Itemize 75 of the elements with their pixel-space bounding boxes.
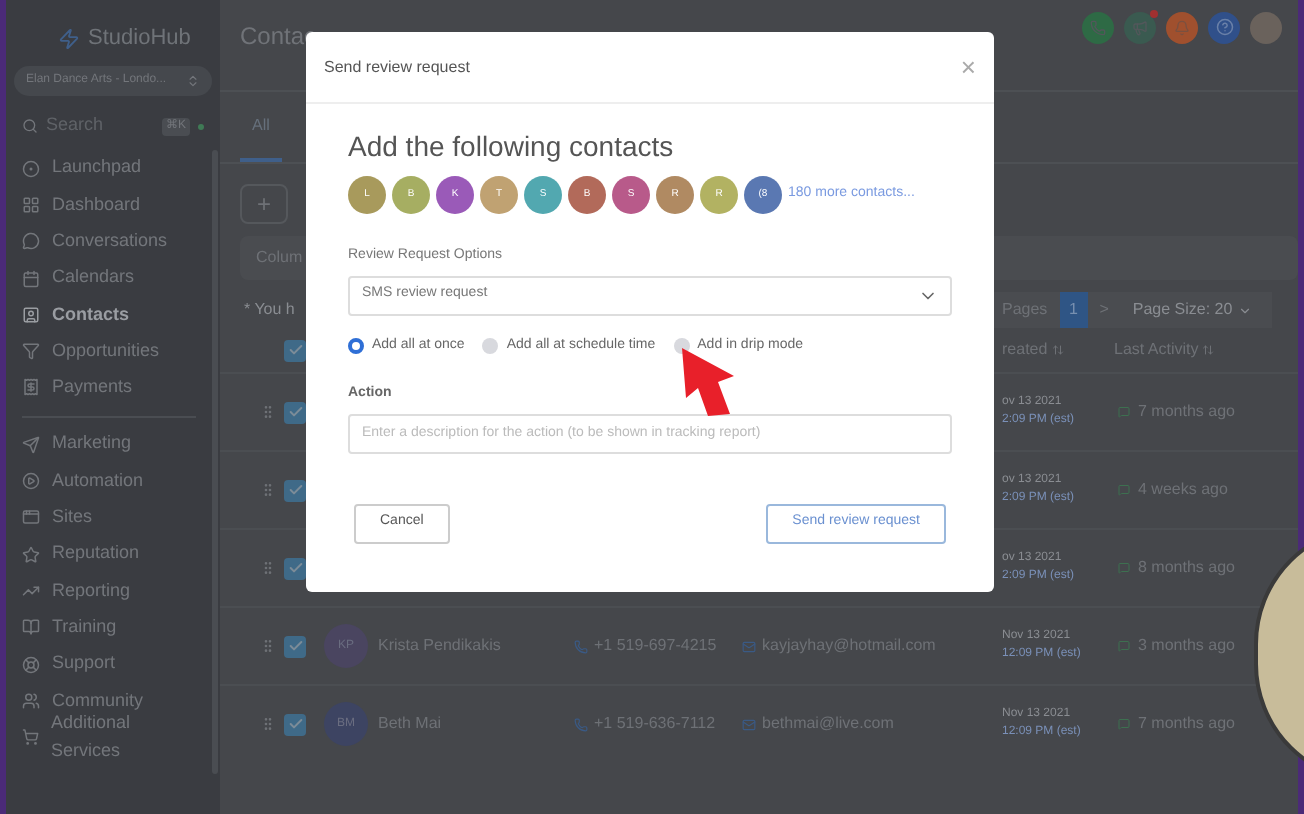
dialog-title: Send review request: [324, 55, 470, 79]
megaphone-icon: [1132, 19, 1148, 35]
nav-item[interactable]: Sites: [22, 499, 196, 536]
cart-icon: [22, 728, 40, 747]
nav-item[interactable]: Additional Services: [22, 718, 196, 756]
megaphone-button[interactable]: [1124, 11, 1156, 43]
phone-icon: [574, 639, 588, 653]
drag-handle-icon[interactable]: [260, 716, 276, 732]
bell-icon: [1174, 19, 1190, 35]
help-button[interactable]: [1208, 11, 1240, 43]
phone-button[interactable]: [1082, 11, 1114, 43]
checkbox[interactable]: [284, 479, 306, 501]
nav-item[interactable]: Contacts: [22, 296, 196, 333]
circle-dot-icon: [22, 159, 40, 178]
checkbox[interactable]: [284, 713, 306, 735]
close-button[interactable]: ×: [960, 54, 976, 80]
message-icon: [1118, 562, 1130, 574]
sort-icon: [1202, 344, 1215, 356]
message-icon: [1118, 484, 1130, 496]
phone-icon: [1090, 19, 1106, 35]
checkbox[interactable]: [284, 635, 306, 657]
mail-icon: [742, 717, 756, 731]
search-icon: [22, 118, 38, 134]
star-icon: [22, 545, 40, 564]
avatar[interactable]: [1250, 11, 1282, 43]
trend-line-icon: [22, 581, 40, 600]
message-icon: [1118, 640, 1130, 652]
nav-item[interactable]: Reporting: [22, 572, 196, 610]
nav-item[interactable]: Calendars: [22, 259, 196, 297]
mail-icon: [742, 639, 756, 653]
calendar-icon: [22, 269, 40, 288]
add-button[interactable]: +: [240, 184, 288, 224]
page-size-select[interactable]: Page Size: 20: [1132, 298, 1253, 322]
drag-handle-icon[interactable]: [260, 404, 276, 420]
chat-bubble-icon: [22, 232, 40, 251]
nav-item[interactable]: Support: [22, 645, 196, 683]
page-button[interactable]: 1: [1059, 292, 1088, 328]
id-card-icon: [22, 305, 40, 324]
checkbox[interactable]: [284, 401, 306, 423]
dialog-heading: Add the following contacts: [348, 128, 676, 166]
next-page-button[interactable]: >: [1099, 298, 1109, 322]
nav-item[interactable]: Community: [22, 682, 196, 719]
grid-icon: [22, 195, 40, 214]
window-icon: [22, 508, 40, 527]
play-icon: [22, 472, 40, 491]
nav-item[interactable]: Opportunities: [22, 332, 196, 370]
nav-item[interactable]: Conversations: [22, 223, 196, 260]
drag-handle-icon[interactable]: [260, 638, 276, 654]
nav-item[interactable]: Automation: [22, 462, 196, 500]
caret-icon: [1238, 303, 1253, 317]
send-icon: [22, 435, 40, 454]
lifebuoy-icon: [22, 655, 40, 673]
nav-item[interactable]: Dashboard: [22, 186, 196, 224]
receipt-icon: [22, 378, 40, 397]
bolt-icon: [58, 28, 80, 50]
phone-icon: [574, 717, 588, 731]
drag-handle-icon[interactable]: [260, 560, 276, 576]
checkbox[interactable]: [284, 339, 306, 361]
nav-item[interactable]: Reputation: [22, 535, 196, 573]
nav-item[interactable]: Payments: [22, 369, 196, 407]
bell-button[interactable]: [1166, 11, 1198, 43]
help-icon: [1215, 18, 1233, 36]
nav-item[interactable]: Training: [22, 609, 196, 646]
message-icon: [1118, 718, 1130, 730]
chevrons-icon: [186, 74, 200, 88]
users-icon: [22, 691, 40, 710]
drag-handle-icon[interactable]: [260, 482, 276, 498]
notice-text: * You h: [244, 298, 297, 322]
book-icon: [22, 618, 40, 637]
sort-icon: [1051, 344, 1064, 356]
nav-item[interactable]: Marketing: [22, 426, 196, 463]
nav-item[interactable]: Launchpad: [22, 150, 196, 187]
funnel-icon: [22, 342, 40, 361]
message-icon: [1118, 406, 1130, 418]
checkbox[interactable]: [284, 557, 306, 579]
